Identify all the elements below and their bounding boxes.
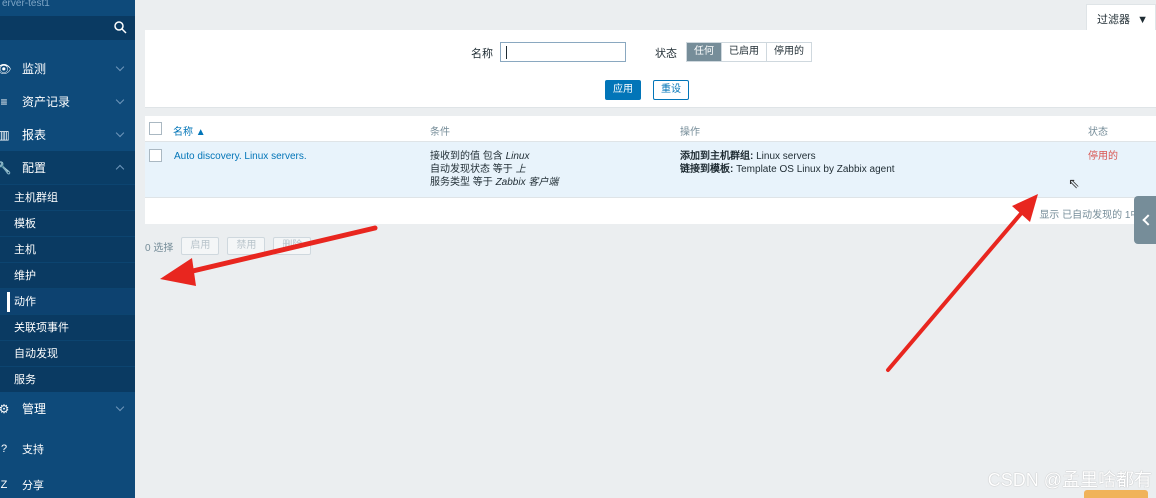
bulk-enable-button[interactable]: 启用 xyxy=(181,237,220,255)
filter-tab[interactable]: 过滤器 ▼ xyxy=(1086,4,1156,30)
chevron-down-icon xyxy=(115,402,125,412)
menu-reports[interactable]: ▥ 报表 xyxy=(0,118,135,151)
row-checkbox[interactable] xyxy=(149,149,162,162)
chevron-down-icon xyxy=(115,128,125,138)
search-icon[interactable] xyxy=(113,20,127,34)
submenu-templates[interactable]: 模板 xyxy=(0,210,135,236)
chevron-up-icon xyxy=(115,164,125,174)
status-filter-label: 状态 xyxy=(655,48,677,60)
apply-button[interactable]: 应用 xyxy=(605,80,641,100)
collapse-panel-button[interactable] xyxy=(1134,196,1156,244)
operation-label: 链接到模板: xyxy=(680,164,734,175)
menu-label: 资产记录 xyxy=(22,95,71,109)
condition-line: 自动发现状态 等于 上 xyxy=(430,163,558,176)
bulk-disable-button[interactable]: 禁用 xyxy=(227,237,266,255)
sidebar-search[interactable] xyxy=(0,16,135,40)
funnel-icon: ▼ xyxy=(1137,14,1148,26)
submenu-host-groups[interactable]: 主机群组 xyxy=(0,184,135,210)
operation-line: 添加到主机群组: Linux servers xyxy=(680,150,895,163)
mouse-cursor-icon: ⇖ xyxy=(1068,175,1080,191)
watermark: CSDN @孟里啥都有 xyxy=(987,470,1152,490)
menu-label: 分享 xyxy=(22,480,44,492)
table-header: 名称 ▲ 条件 操作 状态 xyxy=(145,116,1156,142)
table-footer: 显示 已自动发现的 1中的1 xyxy=(145,200,1156,224)
menu-label: 管理 xyxy=(22,402,47,416)
table-row: Auto discovery. Linux servers. 接收到的值 包含 … xyxy=(145,142,1156,198)
selected-count: 0 选择 xyxy=(145,242,174,254)
wrench-icon: 🔧 xyxy=(0,160,12,175)
row-operations-cell: 添加到主机群组: Linux servers 链接到模板: Template O… xyxy=(680,150,895,176)
submenu-actions[interactable]: 动作 xyxy=(0,288,135,314)
menu-label: 配置 xyxy=(22,161,47,175)
status-option-enabled[interactable]: 已启用 xyxy=(721,43,766,61)
column-operations: 操作 xyxy=(680,127,700,138)
menu-share[interactable]: Z 分享 xyxy=(0,467,135,498)
gear-icon: ⚙ xyxy=(0,401,10,416)
filter-tab-label: 过滤器 xyxy=(1097,14,1130,26)
row-name-cell: Auto discovery. Linux servers. xyxy=(174,150,307,163)
top-bar: 过滤器 ▼ xyxy=(135,0,1156,30)
menu-label: 监测 xyxy=(22,62,47,76)
configuration-submenu: 主机群组 模板 主机 维护 动作 关联项事件 自动发现 服务 xyxy=(0,184,135,392)
submenu-event-correlation[interactable]: 关联项事件 xyxy=(0,314,135,340)
menu-administration[interactable]: ⚙ 管理 xyxy=(0,392,135,425)
column-conditions: 条件 xyxy=(430,127,450,138)
condition-value: Zabbix 客户端 xyxy=(495,177,559,188)
menu-label: 报表 xyxy=(22,128,47,142)
chevron-down-icon xyxy=(115,62,125,72)
eye-icon: 👁 xyxy=(0,61,12,76)
status-toggle-link[interactable]: 停用的 xyxy=(1088,150,1118,163)
column-name[interactable]: 名称 ▲ xyxy=(173,123,206,138)
operation-line: 链接到模板: Template OS Linux by Zabbix agent xyxy=(680,163,895,176)
filter-panel: 名称 状态 任何 已启用 停用的 应用 重设 xyxy=(145,30,1156,108)
support-icon: ? xyxy=(0,443,8,455)
reset-button[interactable]: 重设 xyxy=(653,80,689,100)
chevron-down-icon xyxy=(115,95,125,105)
condition-value: Linux xyxy=(505,151,530,162)
status-option-disabled[interactable]: 停用的 xyxy=(766,43,811,61)
menu-label: 支持 xyxy=(22,444,44,456)
operation-value: Template OS Linux by Zabbix agent xyxy=(733,164,895,175)
condition-text: 自动发现状态 等于 xyxy=(430,164,516,175)
name-filter-input[interactable] xyxy=(500,42,626,62)
menu-configuration[interactable]: 🔧 配置 xyxy=(0,151,135,184)
bulk-delete-button[interactable]: 删除 xyxy=(273,237,312,255)
actions-table: 名称 ▲ 条件 操作 状态 Auto discovery. Linux serv… xyxy=(145,116,1156,224)
submenu-hosts[interactable]: 主机 xyxy=(0,236,135,262)
row-conditions-cell: 接收到的值 包含 Linux 自动发现状态 等于 上 服务类型 等于 Zabbi… xyxy=(430,150,558,189)
column-status: 状态 xyxy=(1088,127,1108,138)
condition-line: 服务类型 等于 Zabbix 客户端 xyxy=(430,176,558,189)
operation-value: Linux servers xyxy=(753,151,816,162)
condition-line: 接收到的值 包含 Linux xyxy=(430,150,558,163)
submenu-maintenance[interactable]: 维护 xyxy=(0,262,135,288)
submenu-services[interactable]: 服务 xyxy=(0,366,135,392)
list-icon: ≡ xyxy=(0,94,8,109)
condition-text: 服务类型 等于 xyxy=(430,177,496,188)
name-filter-label: 名称 xyxy=(471,48,493,60)
status-option-any[interactable]: 任何 xyxy=(687,43,721,61)
menu-monitoring[interactable]: 👁 监测 xyxy=(0,52,135,85)
menu-inventory[interactable]: ≡ 资产记录 xyxy=(0,85,135,118)
condition-value: 上 xyxy=(515,164,526,175)
share-icon: Z xyxy=(0,479,8,491)
select-all-checkbox[interactable] xyxy=(149,122,162,135)
corner-badge xyxy=(1084,490,1148,498)
operation-label: 添加到主机群组: xyxy=(680,151,754,162)
chart-icon: ▥ xyxy=(0,127,10,142)
status-filter-segmented: 任何 已启用 停用的 xyxy=(686,42,812,62)
submenu-discovery[interactable]: 自动发现 xyxy=(0,340,135,366)
bulk-actions: 0 选择 启用 禁用 删除 xyxy=(145,236,312,256)
sidebar: erver-test1 👁 监测 ≡ 资产记录 ▥ 报表 🔧 配置 主机群组 模… xyxy=(0,0,135,498)
condition-text: 接收到的值 包含 xyxy=(430,151,506,162)
action-name-link[interactable]: Auto discovery. Linux servers. xyxy=(174,151,307,162)
menu-support[interactable]: ? 支持 xyxy=(0,431,135,467)
